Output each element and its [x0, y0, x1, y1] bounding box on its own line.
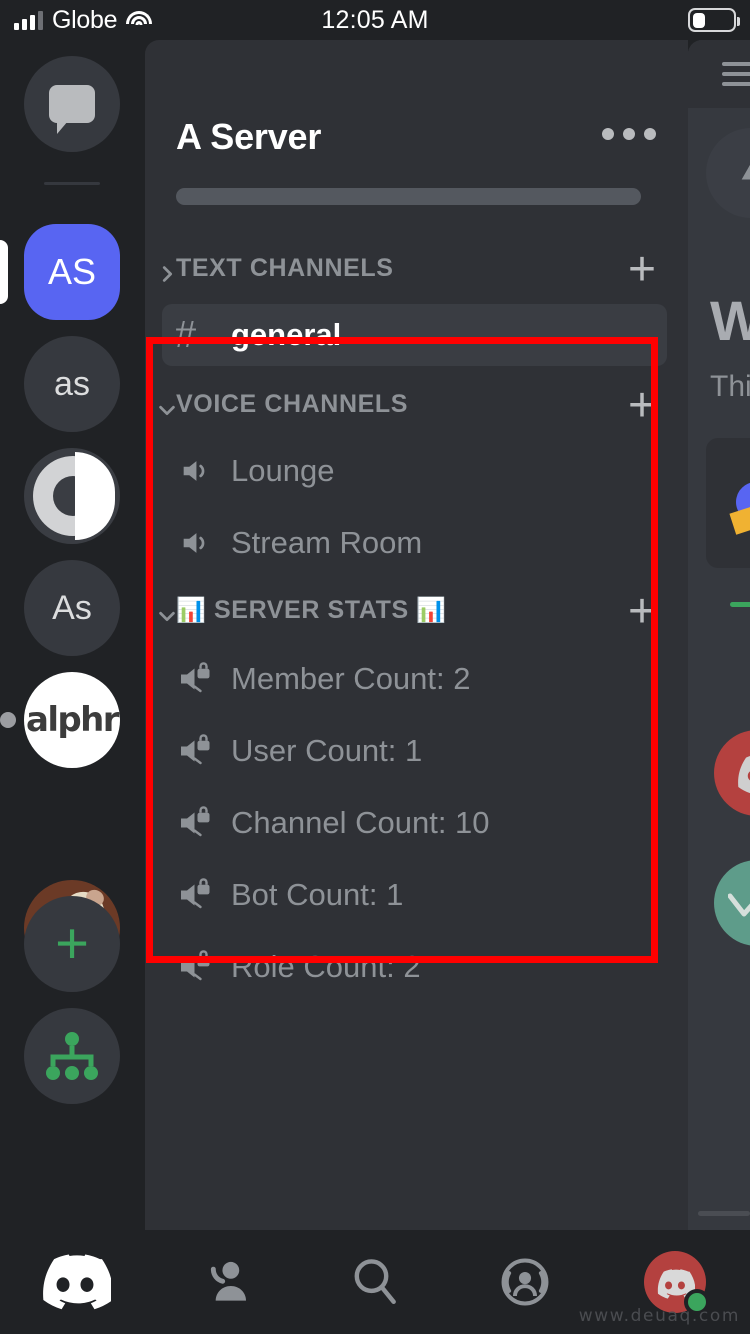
chat-preview-avatar: [706, 128, 750, 218]
explore-servers-button[interactable]: [24, 1008, 120, 1104]
locked-speaker-icon: [175, 733, 217, 769]
watermark: www.deuaq.com: [578, 1306, 740, 1326]
bar-chart-emoji-left: 📊: [176, 597, 207, 624]
nav-servers-button[interactable]: [0, 1230, 150, 1334]
category-text-channels[interactable]: TEXT CHANNELS +: [145, 246, 688, 300]
channel-item-stream-room[interactable]: Stream Room: [145, 512, 688, 574]
chat-preview-header: [688, 40, 750, 108]
locked-speaker-icon: [175, 949, 217, 985]
channel-item-bot-count[interactable]: Bot Count: 1: [145, 864, 688, 926]
category-label: 📊 SERVER STATS 📊: [176, 596, 447, 625]
more-options-icon[interactable]: [602, 128, 656, 140]
sidebar-item-server-as-caps[interactable]: As: [24, 560, 120, 656]
category-server-stats[interactable]: 📊 SERVER STATS 📊 +: [145, 588, 688, 642]
selected-server-indicator: [0, 240, 8, 304]
channel-label: Role Count: 2: [231, 949, 421, 984]
category-label-text: SERVER STATS: [214, 596, 409, 624]
friends-icon: [210, 1261, 246, 1301]
add-server-button[interactable]: +: [24, 896, 120, 992]
chat-preview-avatar-teal[interactable]: [714, 860, 750, 946]
server-initials: as: [54, 364, 90, 403]
status-bar-time: 12:05 AM: [321, 6, 429, 34]
sidebar-item-server-as-lower[interactable]: as: [24, 336, 120, 432]
speaker-icon: [175, 454, 215, 488]
add-stats-channel-button[interactable]: +: [628, 588, 656, 636]
channel-label: Channel Count: 10: [231, 805, 490, 840]
hamburger-menu-icon[interactable]: [722, 62, 750, 92]
channel-item-member-count[interactable]: Member Count: 2: [145, 648, 688, 710]
channel-item-channel-count[interactable]: Channel Count: 10: [145, 792, 688, 854]
search-icon: [354, 1259, 396, 1305]
discord-mobile-screen: W Thi AS as As alphr + A Server TEXT CHA…: [0, 0, 750, 1334]
nav-search-button[interactable]: [300, 1230, 450, 1334]
locked-speaker-icon: [175, 661, 217, 697]
bottom-navigation-bar: www.deuaq.com: [0, 1230, 750, 1334]
unread-indicator: [0, 712, 16, 728]
add-text-channel-button[interactable]: +: [628, 246, 656, 294]
alphr-logo: alphr: [26, 700, 120, 740]
rail-divider: [44, 182, 100, 185]
locked-speaker-icon: [175, 877, 217, 913]
battery-low-icon: [688, 8, 740, 32]
discord-glyph-icon: [738, 755, 750, 794]
zigzag-icon: [728, 893, 750, 917]
chevron-down-icon: [159, 405, 175, 416]
chat-preview-avatar-red[interactable]: [714, 730, 750, 816]
channel-label: User Count: 1: [231, 733, 423, 768]
chat-preview-subtitle: Thi: [710, 370, 750, 403]
chevron-right-icon: [162, 266, 173, 282]
sidebar-item-direct-messages[interactable]: [24, 56, 120, 152]
server-rail: AS as As alphr +: [0, 40, 145, 1230]
sidebar-item-server-alphr[interactable]: alphr: [24, 672, 120, 768]
chat-preview-title: W: [710, 289, 750, 352]
channel-label: Stream Room: [231, 525, 423, 560]
add-voice-channel-button[interactable]: +: [628, 382, 656, 430]
user-avatar-icon: [644, 1251, 710, 1315]
chat-preview-panel[interactable]: W Thi: [688, 40, 750, 1230]
nav-friends-button[interactable]: [150, 1230, 300, 1334]
channel-item-general[interactable]: # general: [162, 304, 667, 366]
nav-live-button[interactable]: [450, 1230, 600, 1334]
chevron-down-icon: [159, 611, 175, 622]
chat-bubble-icon: [49, 85, 95, 134]
channel-label: Lounge: [231, 453, 335, 488]
hash-icon: #: [175, 314, 197, 356]
channel-item-lounge[interactable]: Lounge: [145, 440, 688, 502]
channel-item-user-count[interactable]: User Count: 1: [145, 720, 688, 782]
chat-preview-green-bar: [730, 602, 750, 607]
stage-live-icon: [501, 1258, 549, 1306]
category-label: VOICE CHANNELS: [176, 390, 409, 418]
sidebar-item-server-as-blue[interactable]: AS: [24, 224, 120, 320]
category-label: TEXT CHANNELS: [176, 254, 394, 282]
server-initials: AS: [47, 251, 97, 292]
chat-preview-card[interactable]: [706, 438, 750, 568]
search-input[interactable]: [176, 188, 641, 205]
channel-item-role-count[interactable]: Role Count: 2: [145, 936, 688, 998]
status-bar: Globe 12:05 AM: [0, 0, 750, 40]
discord-logo-icon: [43, 1254, 111, 1310]
chat-preview-scrollbar[interactable]: [698, 1211, 750, 1216]
avatar-glyph-icon: [741, 164, 750, 180]
server-discovery-icon: [46, 1032, 98, 1080]
page-title: A Server: [176, 116, 322, 157]
channel-label: Bot Count: 1: [231, 877, 404, 912]
channel-list-panel: A Server TEXT CHANNELS + # general VOICE…: [145, 40, 688, 1230]
channel-label: Member Count: 2: [231, 661, 471, 696]
bar-chart-emoji-right: 📊: [416, 597, 447, 624]
speaker-icon: [175, 526, 215, 560]
category-voice-channels[interactable]: VOICE CHANNELS +: [145, 382, 688, 436]
sidebar-item-server-eye[interactable]: [24, 448, 120, 544]
locked-speaker-icon: [175, 805, 217, 841]
channel-label: general: [231, 317, 342, 352]
server-initials: As: [52, 588, 92, 627]
